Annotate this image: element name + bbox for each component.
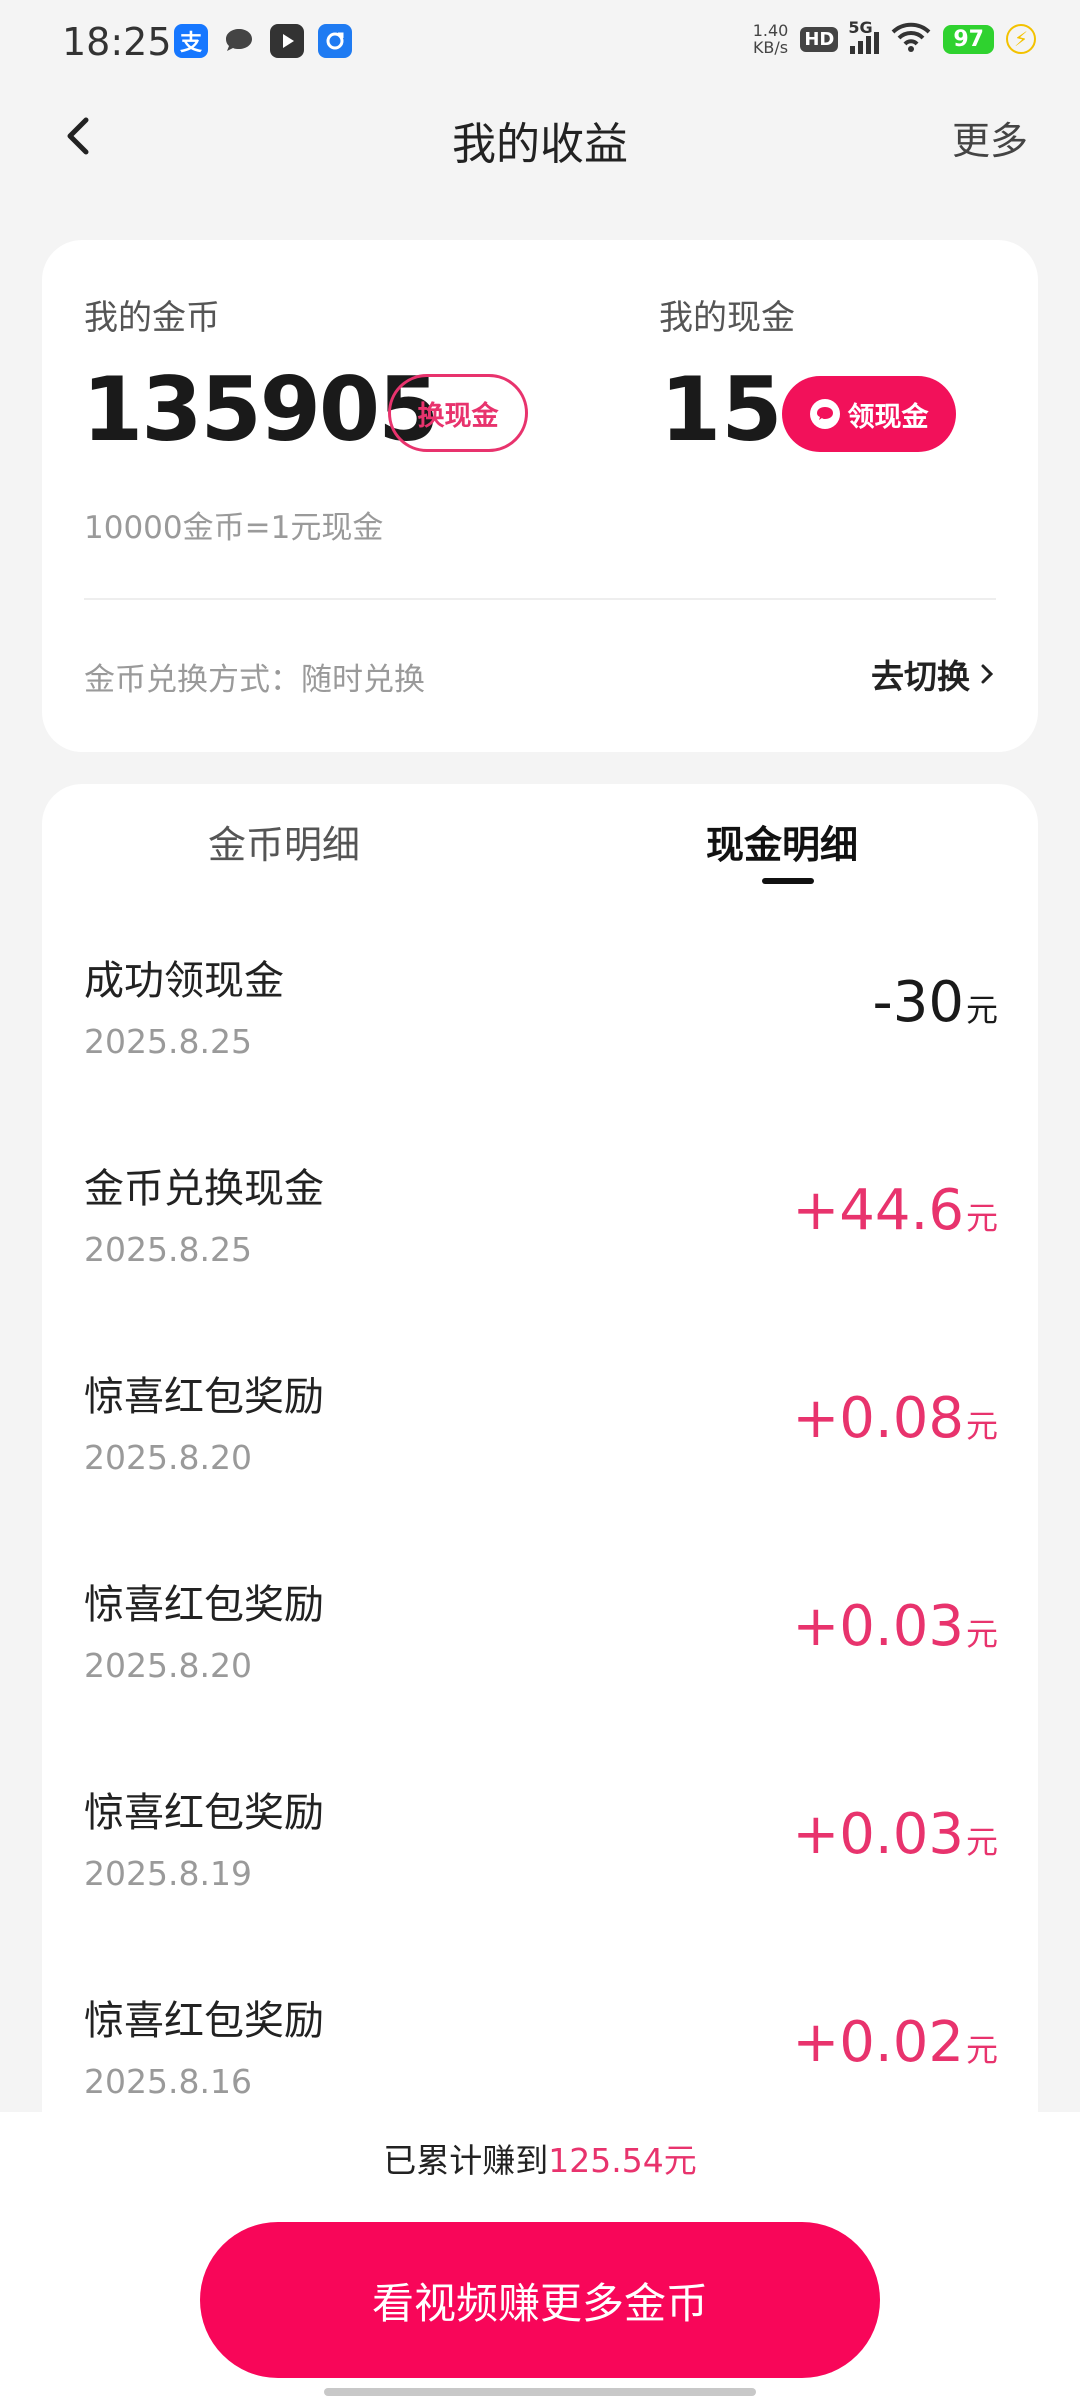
signal-icon: 5G [848,18,880,54]
top-app-bar: 我的收益 更多 [0,84,1080,188]
coin-label: 我的金币 [84,298,220,338]
wechat-icon [809,399,840,429]
network-speed: 1.40 KB/s [752,21,789,57]
hd-badge: HD [800,26,839,52]
total-earned-value: 125.54元 [548,2141,697,2180]
wifi-icon [891,22,931,56]
record-amount: +0.03 元 [792,1594,998,1659]
record-title: 惊喜红包奖励 [84,1790,324,1836]
exchange-method: 金币兑换方式：随时兑换 [84,662,425,698]
record-title: 惊喜红包奖励 [84,1582,324,1628]
charging-icon: ⚡ [1006,24,1036,54]
record-item[interactable]: 成功领现金 2025.8.25 -30 元 [42,934,1038,1142]
total-earned-label: 已累计赚到 [383,2141,549,2180]
active-tab-indicator [762,878,814,884]
tab-cash-detail[interactable]: 现金明细 [706,814,858,869]
notification-icons: 支 [174,24,352,58]
exchange-cash-button[interactable]: 换现金 [388,374,528,452]
switch-method-label: 去切换 [871,657,970,696]
status-indicators: 1.40 KB/s HD 5G 97 ⚡ [752,18,1036,57]
earnings-page: 18:25 支 1.40 KB/s HD 5G 97 ⚡ 我的收益 更多 我的金… [0,0,1080,2408]
more-button[interactable]: 更多 [952,110,1028,165]
exchange-rate: 10000金币=1元现金 [84,510,384,546]
record-item[interactable]: 金币兑换现金 2025.8.25 +44.6 元 [42,1142,1038,1350]
total-earned: 已累计赚到125.54元 [0,2134,1080,2182]
record-amount: +0.08 元 [792,1386,998,1451]
record-item[interactable]: 惊喜红包奖励 2025.8.20 +0.03 元 [42,1558,1038,1766]
watch-video-button[interactable]: 看视频赚更多金币 [200,2222,880,2378]
coin-balance: 135905 [82,358,439,461]
record-date: 2025.8.20 [84,1438,252,1477]
bottom-bar: 已累计赚到125.54元 看视频赚更多金币 [0,2112,1080,2408]
record-title: 金币兑换现金 [84,1166,324,1212]
chevron-right-icon [981,664,994,684]
detail-card: 金币明细 现金明细 成功领现金 2025.8.25 -30 元 金币兑换现金 20… [42,784,1038,2184]
record-date: 2025.8.19 [84,1854,252,1893]
status-bar: 18:25 支 1.40 KB/s HD 5G 97 ⚡ [0,0,1080,84]
card-divider [84,598,996,600]
record-amount: -30 元 [872,970,998,1035]
cash-label: 我的现金 [659,298,795,338]
record-date: 2025.8.16 [84,2062,252,2101]
status-time: 18:25 [62,20,172,64]
record-amount: +0.02 元 [792,2010,998,2075]
video-icon [270,24,304,58]
claim-cash-button[interactable]: 领现金 [782,376,956,452]
record-amount: +44.6 元 [792,1178,998,1243]
record-title: 惊喜红包奖励 [84,1374,324,1420]
chat-icon [222,24,256,58]
cash-balance: 15 [660,358,783,461]
claim-cash-label: 领现金 [847,401,929,433]
share-icon [318,24,352,58]
record-date: 2025.8.20 [84,1646,252,1685]
tab-coin-detail[interactable]: 金币明细 [208,814,360,869]
record-date: 2025.8.25 [84,1022,252,1061]
switch-method-link[interactable]: 去切换 [871,650,998,698]
battery-indicator: 97 [943,24,994,54]
home-indicator[interactable] [324,2388,756,2396]
balance-card: 我的金币 我的现金 135905 换现金 15 领现金 10000金币=1元现金… [42,240,1038,752]
record-amount: +0.03 元 [792,1802,998,1867]
record-item[interactable]: 惊喜红包奖励 2025.8.19 +0.03 元 [42,1766,1038,1974]
record-title: 惊喜红包奖励 [84,1998,324,2044]
record-item[interactable]: 惊喜红包奖励 2025.8.20 +0.08 元 [42,1350,1038,1558]
page-title: 我的收益 [452,119,628,170]
record-date: 2025.8.25 [84,1230,252,1269]
alipay-icon: 支 [174,24,208,58]
record-title: 成功领现金 [84,958,284,1004]
